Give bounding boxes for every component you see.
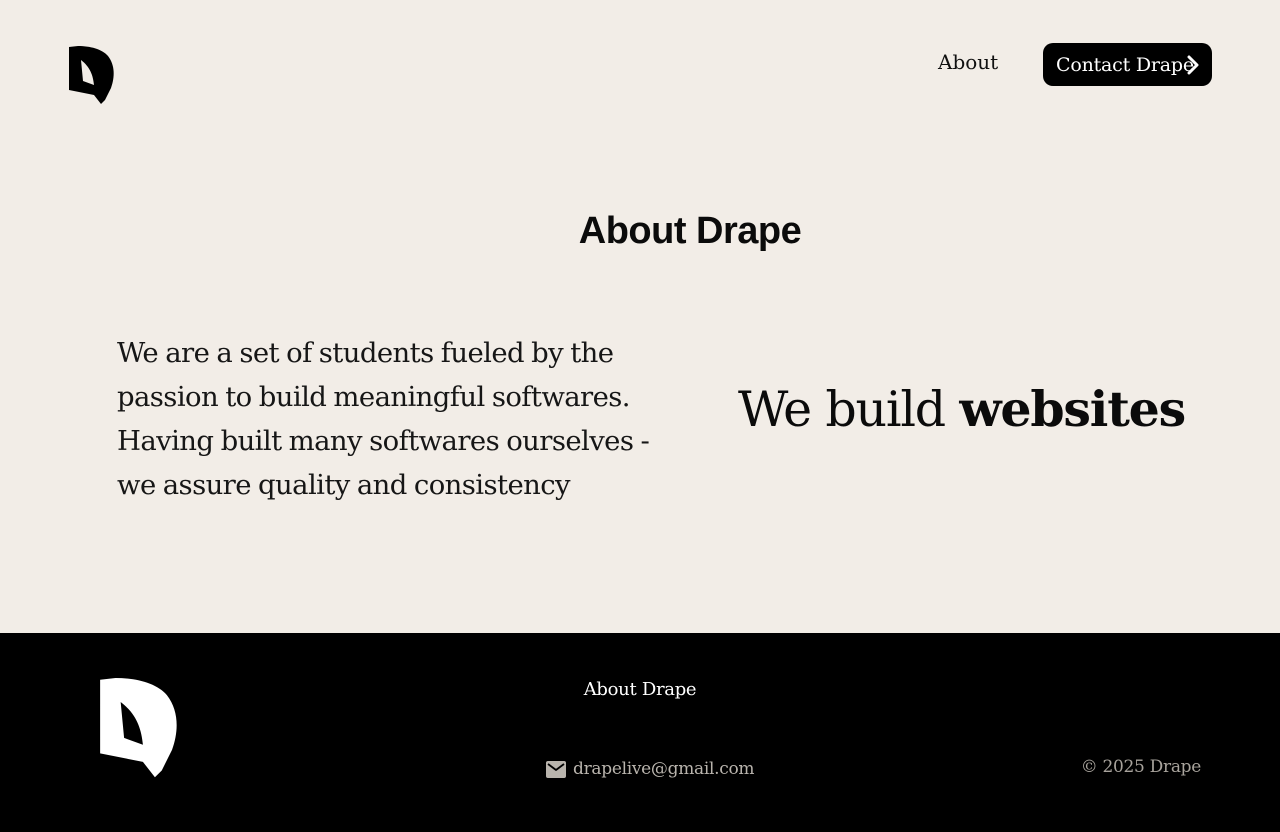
mail-icon <box>546 760 566 778</box>
tagline-highlight: websites <box>959 380 1186 438</box>
contact-button-label: Contact Drape <box>1056 53 1194 76</box>
tagline-prefix: We build <box>738 381 946 438</box>
contact-drape-button[interactable]: Contact Drape <box>1043 43 1212 86</box>
nav-about-link[interactable]: About <box>938 48 998 76</box>
footer-email-link[interactable]: drapelive@gmail.com <box>546 759 755 779</box>
footer-about-label: About Drape <box>583 679 697 700</box>
about-description: We are a set of students fueled by the p… <box>117 337 650 501</box>
drape-logo-icon[interactable] <box>69 46 115 105</box>
chevron-right-icon <box>1187 55 1199 75</box>
footer-about-link[interactable]: About Drape <box>0 679 1280 700</box>
site-header: About Contact Drape <box>0 0 1280 140</box>
footer-email: drapelive@gmail.com <box>573 759 755 779</box>
site-footer: About Drape drapelive@gmail.com © 2025 D… <box>0 633 1280 832</box>
page-title: About Drape <box>578 210 802 252</box>
copyright-text: © 2025 Drape <box>1080 757 1202 777</box>
tagline: We build websites <box>738 380 1186 438</box>
